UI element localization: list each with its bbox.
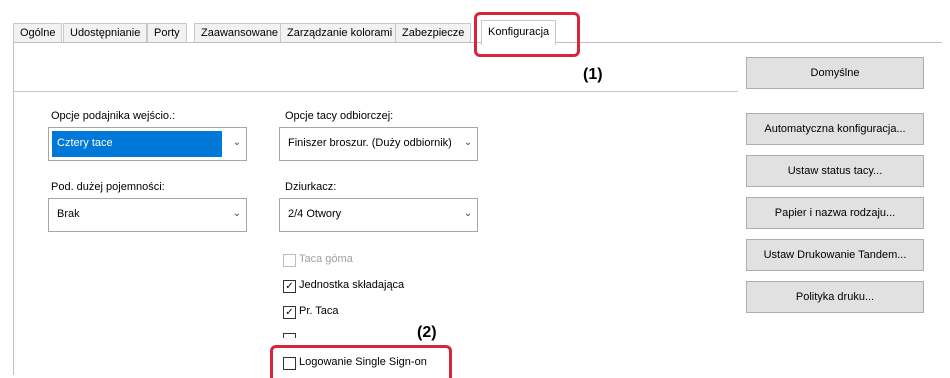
default-button[interactable]: Domyślne xyxy=(746,57,924,89)
checkbox-top-tray[interactable]: Taca góma xyxy=(283,253,443,269)
chevron-down-icon: ⌄ xyxy=(463,137,473,148)
chevron-down-icon: ⌄ xyxy=(232,137,242,148)
high-capacity-value: Brak xyxy=(57,208,80,220)
chevron-down-icon: ⌄ xyxy=(232,208,242,219)
high-capacity-select[interactable]: Brak ⌄ xyxy=(48,198,247,232)
checkbox-label: Taca góma xyxy=(299,253,353,265)
input-options-label: Opcje podajnika wejścio.: xyxy=(51,110,176,122)
checkbox-label: Jednostka składająca xyxy=(299,279,405,291)
puncher-select[interactable]: 2/4 Otwory ⌄ xyxy=(279,198,478,232)
tab-security[interactable]: Zabezpiecze xyxy=(395,23,472,43)
tray-status-button[interactable]: Ustaw status tacy... xyxy=(746,155,924,187)
auto-config-button[interactable]: Automatyczna konfiguracja... xyxy=(746,113,924,145)
tab-color-management[interactable]: Zarządzanie kolorami xyxy=(280,23,400,43)
output-tray-select[interactable]: Finiszer broszur. (Duży odbiornik) ⌄ xyxy=(279,127,478,161)
checkbox-box xyxy=(283,254,296,267)
output-tray-label: Opcje tacy odbiorczej: xyxy=(285,110,394,122)
print-policy-button[interactable]: Polityka druku... xyxy=(746,281,924,313)
tab-configuration[interactable]: Konfiguracja xyxy=(481,20,557,45)
output-tray-value: Finiszer broszur. (Duży odbiornik) xyxy=(288,137,452,149)
check-icon: ✓ xyxy=(283,280,296,293)
paper-name-button[interactable]: Papier i nazwa rodzaju... xyxy=(746,197,924,229)
chevron-down-icon: ⌄ xyxy=(463,208,473,219)
checkbox-box xyxy=(283,333,296,338)
check-icon: ✓ xyxy=(283,306,296,319)
tandem-print-button[interactable]: Ustaw Drukowanie Tandem... xyxy=(746,239,924,271)
tab-general[interactable]: Ogólne xyxy=(13,23,63,43)
puncher-label: Dziurkacz: xyxy=(285,181,337,193)
callout-label-2: (2) xyxy=(417,324,437,341)
input-options-value: Cztery tace xyxy=(52,131,222,157)
callout-highlight-2 xyxy=(270,345,452,378)
tab-ports[interactable]: Porty xyxy=(147,23,187,43)
callout-label-1: (1) xyxy=(583,66,603,83)
tab-strip: Ogólne Udostępnianie Porty Zaawansowane … xyxy=(0,20,570,45)
checkbox-folding-unit[interactable]: ✓ Jednostka składająca xyxy=(283,279,443,295)
high-capacity-label: Pod. dużej pojemności: xyxy=(51,181,165,193)
checkbox-label: Pr. Taca xyxy=(299,305,339,317)
checkbox-right-tray[interactable]: ✓ Pr. Taca xyxy=(283,305,443,321)
divider xyxy=(13,91,738,92)
puncher-value: 2/4 Otwory xyxy=(288,208,342,220)
tab-advanced[interactable]: Zaawansowane xyxy=(194,23,286,43)
input-options-select[interactable]: Cztery tace ⌄ xyxy=(48,127,247,161)
tab-sharing[interactable]: Udostępnianie xyxy=(63,23,148,43)
